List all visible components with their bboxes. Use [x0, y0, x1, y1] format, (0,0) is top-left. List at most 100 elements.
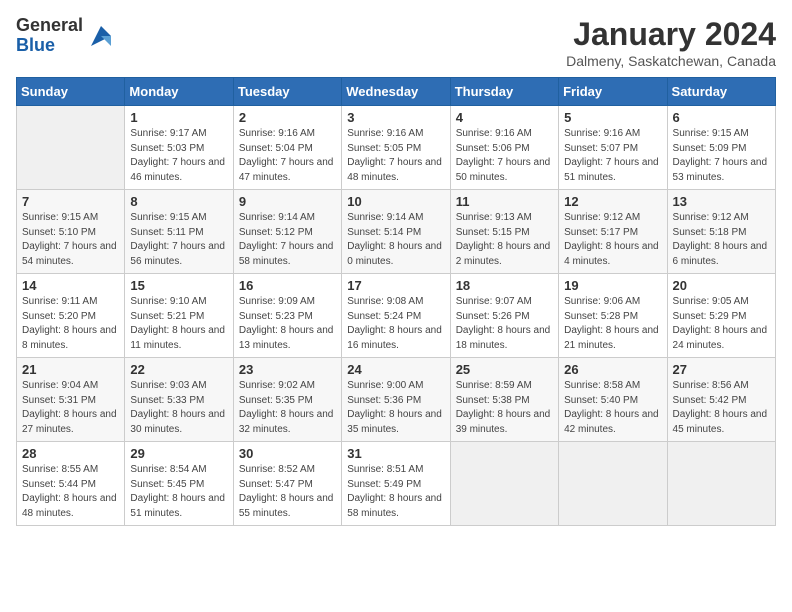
- day-number: 10: [347, 194, 444, 209]
- logo: General Blue: [16, 16, 115, 56]
- cell-info: Sunrise: 9:00 AMSunset: 5:36 PMDaylight:…: [347, 379, 444, 437]
- calendar-cell: 26Sunrise: 8:58 AMSunset: 5:40 PMDayligh…: [559, 358, 667, 442]
- day-number: 20: [673, 278, 770, 293]
- cell-info: Sunrise: 9:12 AMSunset: 5:18 PMDaylight:…: [673, 211, 770, 269]
- day-number: 5: [564, 110, 661, 125]
- day-number: 26: [564, 362, 661, 377]
- calendar-cell: 1 Sunrise: 9:17 AMSunset: 5:03 PMDaylight…: [125, 106, 233, 190]
- day-number: 15: [130, 278, 227, 293]
- cell-info: Sunrise: 9:11 AMSunset: 5:20 PMDaylight:…: [22, 295, 119, 353]
- day-of-week-header: Friday: [559, 78, 667, 106]
- cell-info: Sunrise: 8:51 AMSunset: 5:49 PMDaylight:…: [347, 463, 444, 521]
- day-number: 31: [347, 446, 444, 461]
- calendar-cell: 17Sunrise: 9:08 AMSunset: 5:24 PMDayligh…: [342, 274, 450, 358]
- calendar-cell: 3 Sunrise: 9:16 AMSunset: 5:05 PMDaylight…: [342, 106, 450, 190]
- day-number: 18: [456, 278, 553, 293]
- day-number: 30: [239, 446, 336, 461]
- cell-info: Sunrise: 9:06 AMSunset: 5:28 PMDaylight:…: [564, 295, 661, 353]
- title-block: January 2024 Dalmeny, Saskatchewan, Cana…: [566, 16, 776, 69]
- page-header: General Blue January 2024 Dalmeny, Saska…: [16, 16, 776, 69]
- calendar-cell: 20 Sunrise: 9:05 AMSunset: 5:29 PMDayligh…: [667, 274, 775, 358]
- cell-info: Sunrise: 9:16 AMSunset: 5:07 PMDaylight:…: [564, 127, 661, 185]
- calendar-cell: 6 Sunrise: 9:15 AMSunset: 5:09 PMDaylight…: [667, 106, 775, 190]
- cell-info: Sunrise: 8:54 AMSunset: 5:45 PMDaylight:…: [130, 463, 227, 521]
- cell-info: Sunrise: 9:13 AMSunset: 5:15 PMDaylight:…: [456, 211, 553, 269]
- calendar-cell: 14 Sunrise: 9:11 AMSunset: 5:20 PMDayligh…: [17, 274, 125, 358]
- calendar-cell: [559, 442, 667, 526]
- day-number: 2: [239, 110, 336, 125]
- calendar-cell: 28 Sunrise: 8:55 AMSunset: 5:44 PMDayligh…: [17, 442, 125, 526]
- cell-info: Sunrise: 9:02 AMSunset: 5:35 PMDaylight:…: [239, 379, 336, 437]
- day-number: 8: [130, 194, 227, 209]
- calendar-cell: 31 Sunrise: 8:51 AMSunset: 5:49 PMDayligh…: [342, 442, 450, 526]
- calendar-cell: 8 Sunrise: 9:15 AMSunset: 5:11 PMDaylight…: [125, 190, 233, 274]
- day-number: 16: [239, 278, 336, 293]
- day-number: 12: [564, 194, 661, 209]
- cell-info: Sunrise: 9:12 AMSunset: 5:17 PMDaylight:…: [564, 211, 661, 269]
- cell-info: Sunrise: 9:17 AMSunset: 5:03 PMDaylight:…: [130, 127, 227, 185]
- day-number: 13: [673, 194, 770, 209]
- calendar-week-row: 28 Sunrise: 8:55 AMSunset: 5:44 PMDayligh…: [17, 442, 776, 526]
- calendar-header-row: SundayMondayTuesdayWednesdayThursdayFrid…: [17, 78, 776, 106]
- calendar-week-row: 14 Sunrise: 9:11 AMSunset: 5:20 PMDayligh…: [17, 274, 776, 358]
- calendar-week-row: 1 Sunrise: 9:17 AMSunset: 5:03 PMDaylight…: [17, 106, 776, 190]
- calendar-cell: 21 Sunrise: 9:04 AMSunset: 5:31 PMDayligh…: [17, 358, 125, 442]
- calendar-cell: 24Sunrise: 9:00 AMSunset: 5:36 PMDayligh…: [342, 358, 450, 442]
- calendar-cell: 2 Sunrise: 9:16 AMSunset: 5:04 PMDaylight…: [233, 106, 341, 190]
- calendar-cell: 16 Sunrise: 9:09 AMSunset: 5:23 PMDayligh…: [233, 274, 341, 358]
- calendar-cell: [450, 442, 558, 526]
- cell-info: Sunrise: 9:16 AMSunset: 5:06 PMDaylight:…: [456, 127, 553, 185]
- calendar-cell: [17, 106, 125, 190]
- logo-general: General: [16, 15, 83, 35]
- day-number: 9: [239, 194, 336, 209]
- calendar-cell: [667, 442, 775, 526]
- day-number: 6: [673, 110, 770, 125]
- cell-info: Sunrise: 8:55 AMSunset: 5:44 PMDaylight:…: [22, 463, 119, 521]
- day-number: 3: [347, 110, 444, 125]
- calendar-cell: 12 Sunrise: 9:12 AMSunset: 5:17 PMDayligh…: [559, 190, 667, 274]
- day-number: 21: [22, 362, 119, 377]
- cell-info: Sunrise: 9:15 AMSunset: 5:11 PMDaylight:…: [130, 211, 227, 269]
- day-number: 4: [456, 110, 553, 125]
- logo-blue: Blue: [16, 35, 55, 55]
- cell-info: Sunrise: 9:09 AMSunset: 5:23 PMDaylight:…: [239, 295, 336, 353]
- day-number: 14: [22, 278, 119, 293]
- day-of-week-header: Saturday: [667, 78, 775, 106]
- cell-info: Sunrise: 9:16 AMSunset: 5:05 PMDaylight:…: [347, 127, 444, 185]
- day-number: 1: [130, 110, 227, 125]
- cell-info: Sunrise: 9:14 AMSunset: 5:12 PMDaylight:…: [239, 211, 336, 269]
- cell-info: Sunrise: 9:15 AMSunset: 5:09 PMDaylight:…: [673, 127, 770, 185]
- day-number: 23: [239, 362, 336, 377]
- day-number: 25: [456, 362, 553, 377]
- cell-info: Sunrise: 9:04 AMSunset: 5:31 PMDaylight:…: [22, 379, 119, 437]
- cell-info: Sunrise: 9:07 AMSunset: 5:26 PMDaylight:…: [456, 295, 553, 353]
- calendar-cell: 27Sunrise: 8:56 AMSunset: 5:42 PMDayligh…: [667, 358, 775, 442]
- day-number: 29: [130, 446, 227, 461]
- calendar-cell: 4 Sunrise: 9:16 AMSunset: 5:06 PMDaylight…: [450, 106, 558, 190]
- day-number: 28: [22, 446, 119, 461]
- logo-icon: [87, 22, 115, 50]
- calendar-cell: 9 Sunrise: 9:14 AMSunset: 5:12 PMDaylight…: [233, 190, 341, 274]
- day-of-week-header: Sunday: [17, 78, 125, 106]
- calendar-week-row: 7Sunrise: 9:15 AMSunset: 5:10 PMDaylight…: [17, 190, 776, 274]
- calendar-cell: 19Sunrise: 9:06 AMSunset: 5:28 PMDayligh…: [559, 274, 667, 358]
- calendar-cell: 11Sunrise: 9:13 AMSunset: 5:15 PMDayligh…: [450, 190, 558, 274]
- cell-info: Sunrise: 9:15 AMSunset: 5:10 PMDaylight:…: [22, 211, 119, 269]
- cell-info: Sunrise: 8:52 AMSunset: 5:47 PMDaylight:…: [239, 463, 336, 521]
- calendar-cell: 10 Sunrise: 9:14 AMSunset: 5:14 PMDayligh…: [342, 190, 450, 274]
- calendar-cell: 18 Sunrise: 9:07 AMSunset: 5:26 PMDayligh…: [450, 274, 558, 358]
- day-number: 17: [347, 278, 444, 293]
- calendar-week-row: 21 Sunrise: 9:04 AMSunset: 5:31 PMDayligh…: [17, 358, 776, 442]
- calendar-cell: 13 Sunrise: 9:12 AMSunset: 5:18 PMDayligh…: [667, 190, 775, 274]
- day-of-week-header: Monday: [125, 78, 233, 106]
- calendar-cell: 5 Sunrise: 9:16 AMSunset: 5:07 PMDaylight…: [559, 106, 667, 190]
- cell-info: Sunrise: 9:05 AMSunset: 5:29 PMDaylight:…: [673, 295, 770, 353]
- cell-info: Sunrise: 9:10 AMSunset: 5:21 PMDaylight:…: [130, 295, 227, 353]
- calendar-cell: 22Sunrise: 9:03 AMSunset: 5:33 PMDayligh…: [125, 358, 233, 442]
- calendar-cell: 23 Sunrise: 9:02 AMSunset: 5:35 PMDayligh…: [233, 358, 341, 442]
- cell-info: Sunrise: 9:14 AMSunset: 5:14 PMDaylight:…: [347, 211, 444, 269]
- cell-info: Sunrise: 8:56 AMSunset: 5:42 PMDaylight:…: [673, 379, 770, 437]
- cell-info: Sunrise: 9:16 AMSunset: 5:04 PMDaylight:…: [239, 127, 336, 185]
- day-of-week-header: Tuesday: [233, 78, 341, 106]
- calendar-cell: 29 Sunrise: 8:54 AMSunset: 5:45 PMDayligh…: [125, 442, 233, 526]
